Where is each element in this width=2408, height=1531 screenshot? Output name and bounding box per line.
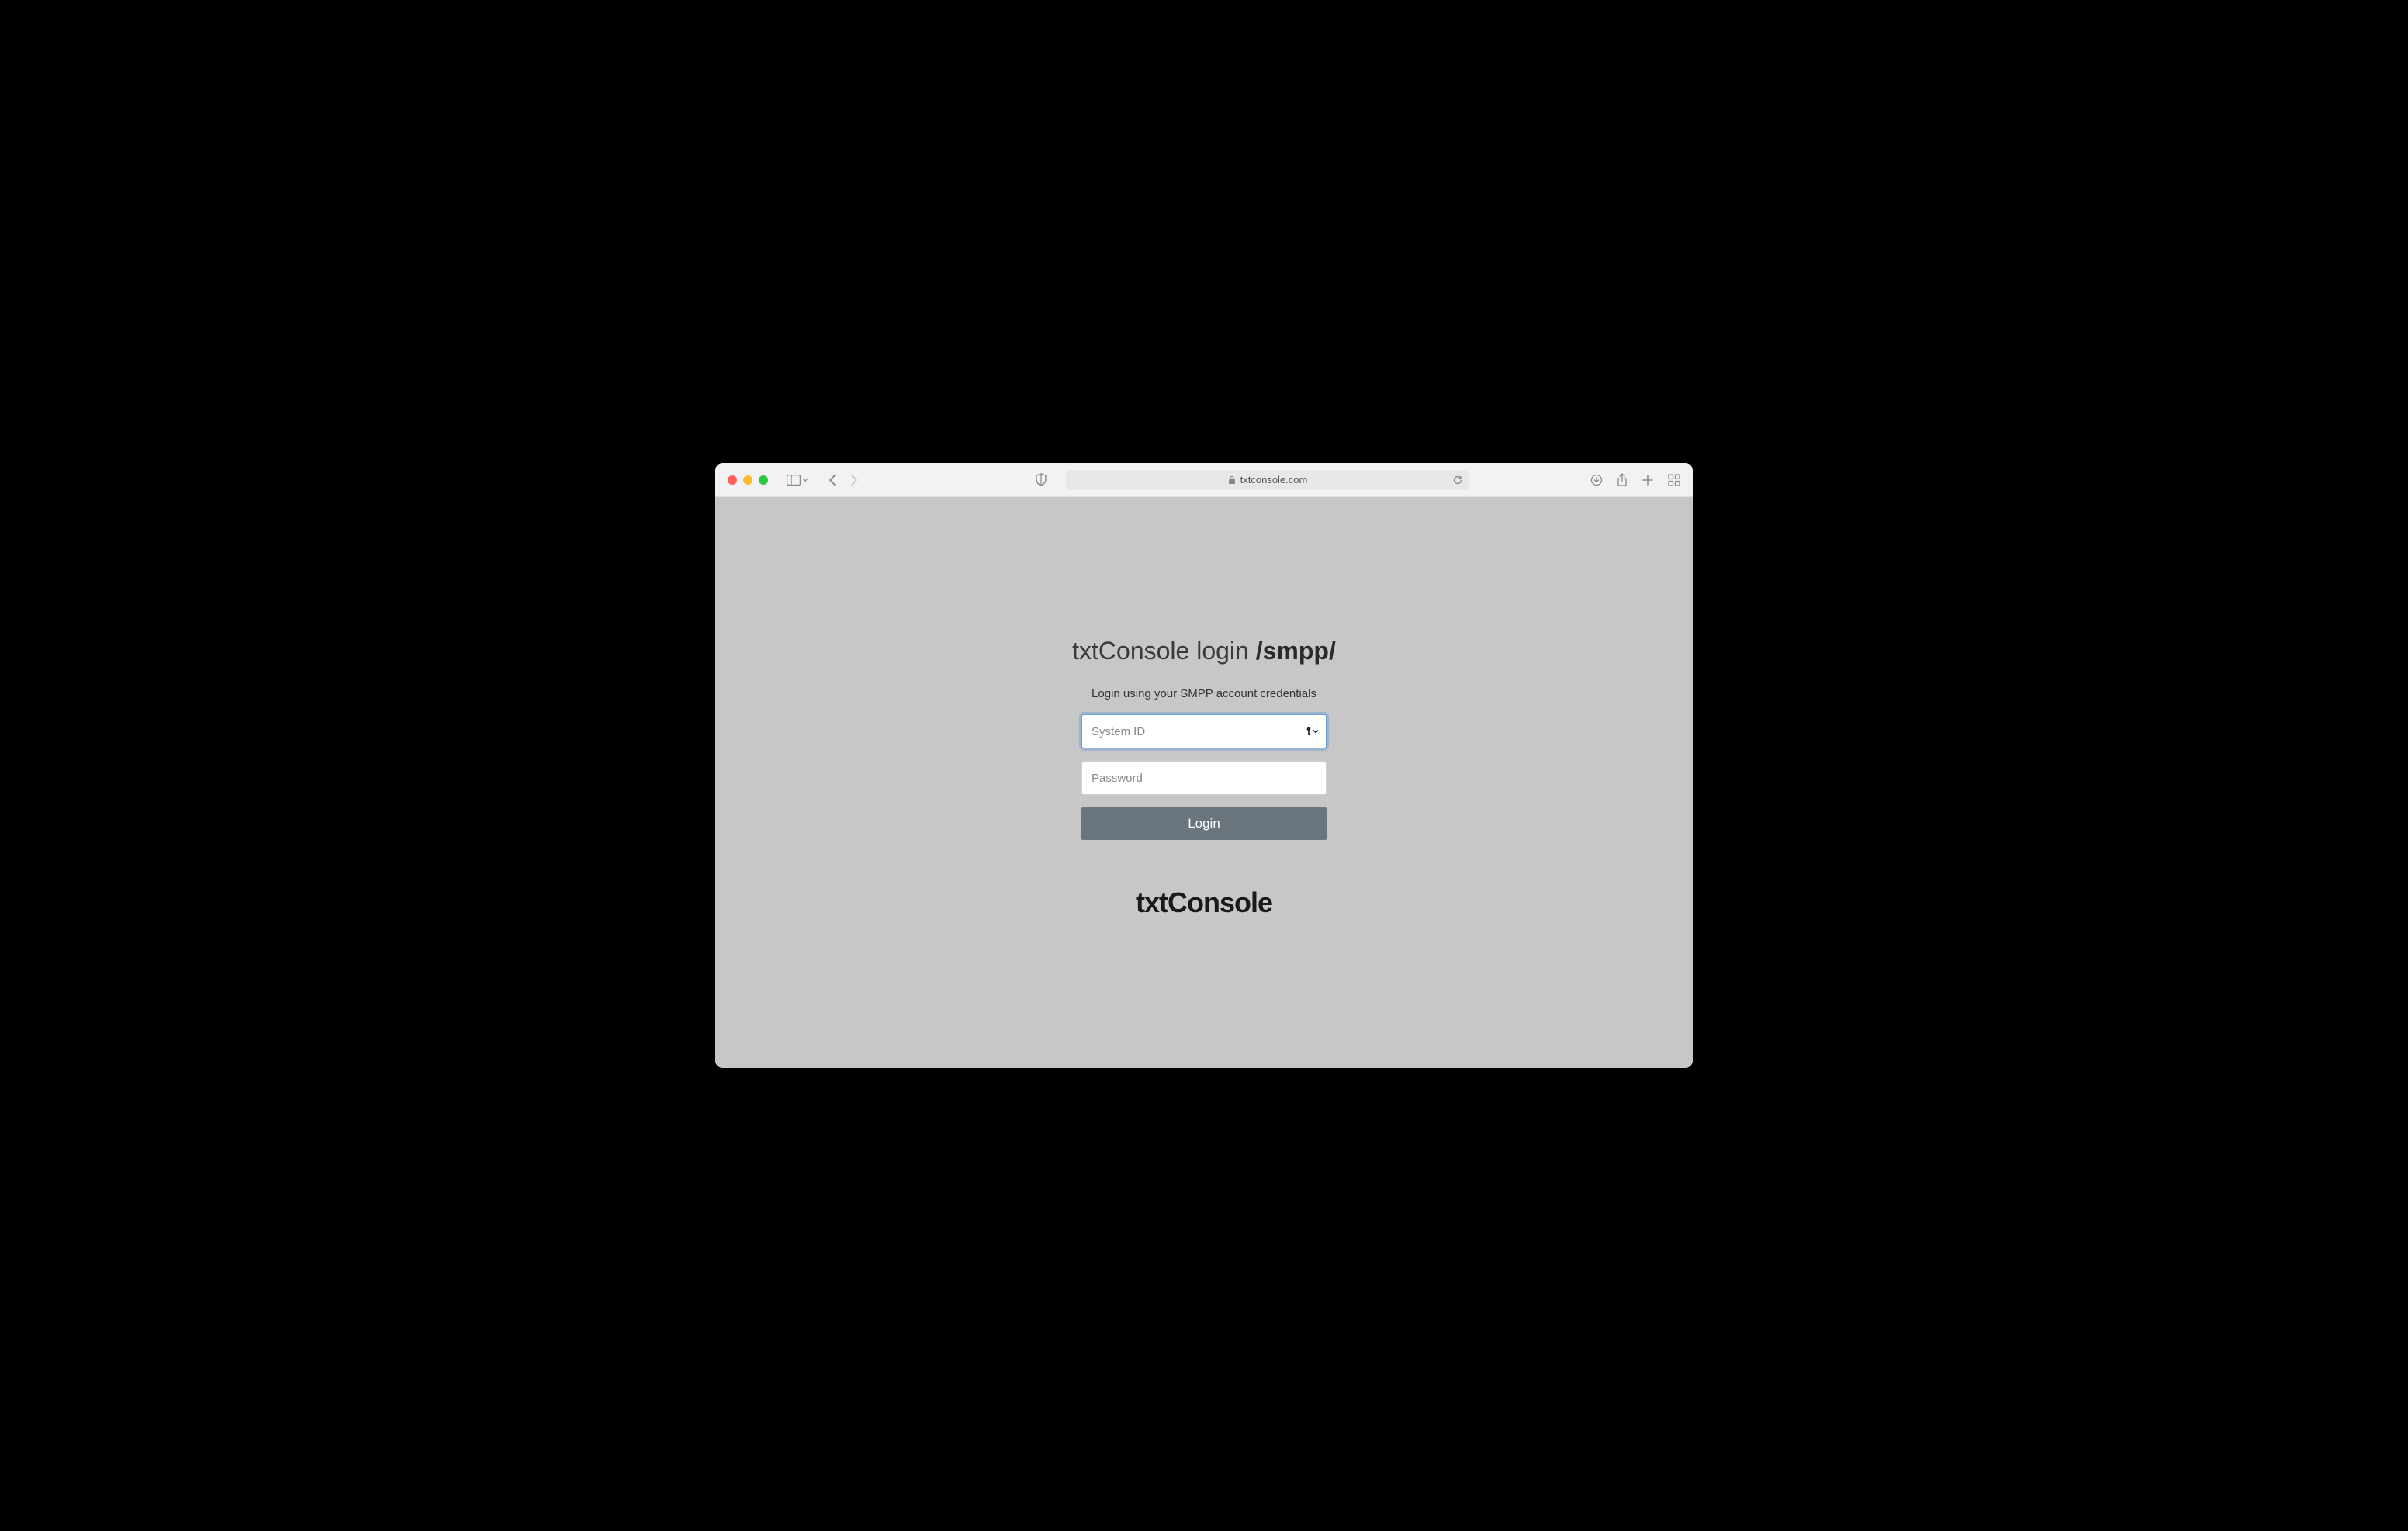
autofill-keychain-button[interactable] xyxy=(1306,727,1319,736)
url-text: txtconsole.com xyxy=(1240,474,1308,486)
page-title: txtConsole login /smpp/ xyxy=(1072,637,1336,665)
toolbar-right-group xyxy=(1590,473,1680,487)
login-form: Login xyxy=(1081,714,1327,840)
privacy-report-button[interactable] xyxy=(1035,473,1047,487)
share-icon xyxy=(1617,473,1628,487)
share-button[interactable] xyxy=(1617,473,1628,487)
lock-icon xyxy=(1228,475,1236,485)
password-field-wrapper xyxy=(1081,761,1327,795)
title-suffix: /smpp/ xyxy=(1256,637,1336,665)
chevron-right-icon xyxy=(850,474,858,486)
tab-overview-button[interactable] xyxy=(1668,474,1680,486)
sidebar-icon xyxy=(787,475,801,486)
nav-buttons xyxy=(829,474,858,486)
password-input[interactable] xyxy=(1081,761,1327,795)
shield-icon xyxy=(1035,473,1047,487)
new-tab-button[interactable] xyxy=(1642,474,1654,486)
reload-icon xyxy=(1452,475,1463,486)
minimize-window-button[interactable] xyxy=(743,475,752,485)
grid-icon xyxy=(1668,474,1680,486)
brand-logo: txtConsole xyxy=(1136,886,1272,919)
browser-window: txtconsole.com xyxy=(715,463,1693,1068)
browser-toolbar: txtconsole.com xyxy=(715,463,1693,497)
title-prefix: txtConsole login xyxy=(1072,637,1256,665)
downloads-button[interactable] xyxy=(1590,474,1603,486)
chevron-down-icon xyxy=(802,478,808,482)
download-icon xyxy=(1590,474,1603,486)
system-id-field-wrapper xyxy=(1081,714,1327,748)
page-subtitle: Login using your SMPP account credential… xyxy=(1092,687,1316,700)
key-icon xyxy=(1306,727,1312,736)
traffic-lights xyxy=(728,475,768,485)
forward-button[interactable] xyxy=(850,474,858,486)
plus-icon xyxy=(1642,474,1654,486)
sidebar-toggle-button[interactable] xyxy=(787,475,808,486)
page-content: txtConsole login /smpp/ Login using your… xyxy=(715,497,1693,1068)
close-window-button[interactable] xyxy=(728,475,737,485)
maximize-window-button[interactable] xyxy=(759,475,768,485)
system-id-input[interactable] xyxy=(1081,714,1327,748)
toolbar-left-group xyxy=(787,474,858,486)
chevron-down-icon xyxy=(1313,729,1319,734)
back-button[interactable] xyxy=(829,474,836,486)
address-bar[interactable]: txtconsole.com xyxy=(1066,470,1469,490)
reload-button[interactable] xyxy=(1452,475,1463,486)
login-button[interactable]: Login xyxy=(1081,807,1327,840)
chevron-left-icon xyxy=(829,474,836,486)
